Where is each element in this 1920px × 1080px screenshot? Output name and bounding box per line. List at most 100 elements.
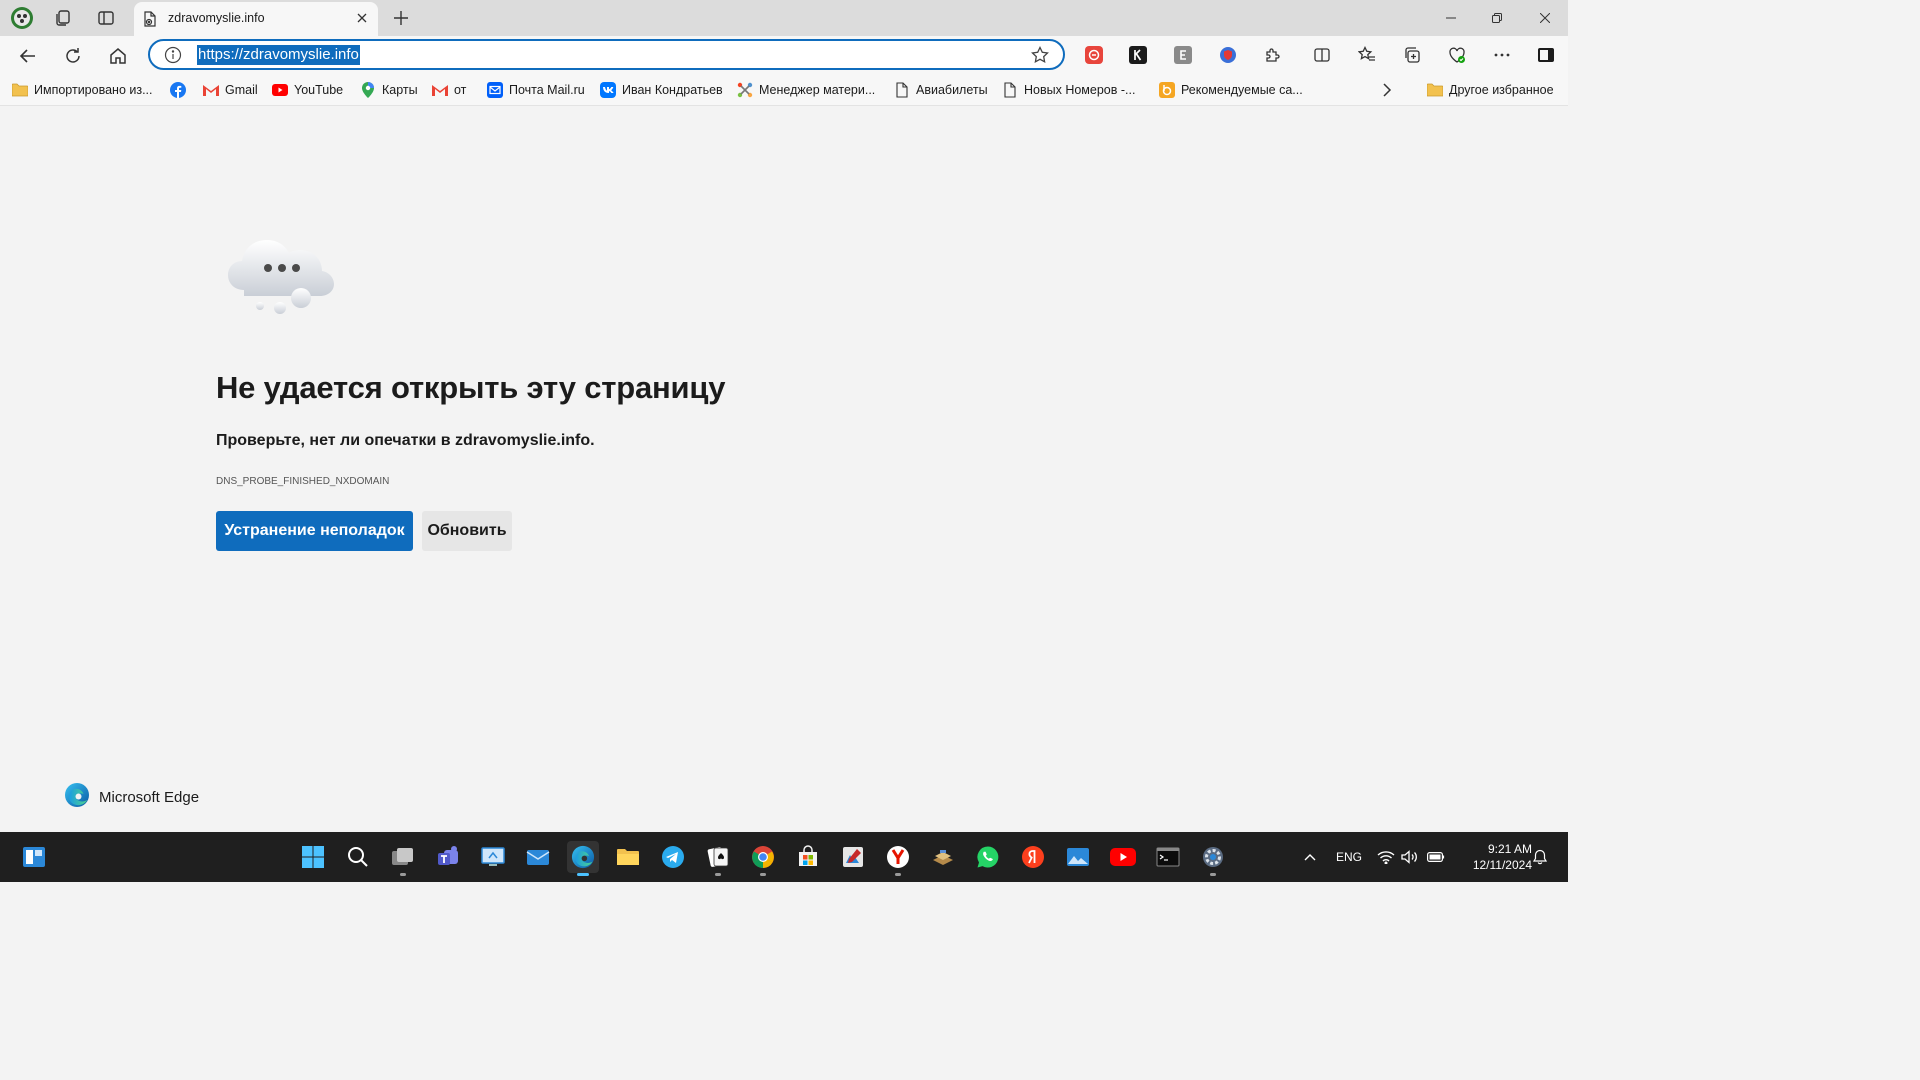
photos-icon[interactable] — [1062, 841, 1094, 873]
edge-brand-label: Microsoft Edge — [99, 788, 200, 806]
favorites-overflow-chevron-icon[interactable] — [1382, 81, 1392, 99]
browser-toolbar: https://zdravomyslie.info — [0, 36, 1568, 74]
desktop-app-icon[interactable] — [927, 841, 959, 873]
favorite-item[interactable] — [170, 81, 186, 99]
favorites-icon[interactable] — [1357, 45, 1377, 65]
volume-icon[interactable] — [1400, 832, 1420, 882]
url-text[interactable]: https://zdravomyslie.info — [197, 45, 360, 65]
terminal-icon[interactable] — [1152, 841, 1184, 873]
title-bar: zdravomyslie.info — [0, 0, 1568, 36]
favorite-item[interactable]: Почта Mail.ru — [487, 81, 585, 99]
edge-taskbar-icon[interactable] — [567, 841, 599, 876]
facebook-icon — [170, 82, 186, 98]
page-content — [4, 107, 1564, 832]
favorites-bar: Импортировано из... Gmail YouTube Карты … — [0, 74, 1568, 106]
notifications-bell-icon[interactable] — [1530, 832, 1550, 882]
favorite-item[interactable]: Gmail — [203, 81, 258, 99]
tab-close-icon[interactable] — [354, 10, 370, 26]
search-icon[interactable] — [342, 841, 374, 873]
folder-icon — [12, 82, 28, 98]
close-window-button[interactable] — [1522, 0, 1568, 36]
page-icon — [1002, 82, 1018, 98]
sidebar-toggle-icon[interactable] — [1536, 45, 1556, 65]
start-windows-icon[interactable] — [297, 841, 329, 873]
more-options-icon[interactable] — [1492, 45, 1512, 65]
folder-icon — [1427, 82, 1443, 98]
whatsapp-icon[interactable] — [972, 841, 1004, 873]
favorite-item[interactable]: Импортировано из... — [12, 81, 153, 99]
gmail-icon — [432, 82, 448, 98]
tab-active[interactable]: zdravomyslie.info — [134, 2, 378, 36]
other-favorites-folder[interactable]: Другое избранное — [1427, 81, 1554, 99]
solitaire-icon[interactable] — [702, 841, 734, 876]
maps-icon — [360, 82, 376, 98]
battery-icon[interactable] — [1426, 832, 1446, 882]
page-icon — [894, 82, 910, 98]
wifi-icon[interactable] — [1376, 832, 1396, 882]
clock-time: 9:21 AM — [1487, 842, 1532, 856]
youtube-icon — [272, 82, 288, 98]
favorite-item[interactable]: Авиабилеты — [894, 81, 988, 99]
widgets-icon[interactable] — [18, 841, 50, 873]
collections-icon[interactable] — [1402, 45, 1422, 65]
chrome-icon[interactable] — [747, 841, 779, 876]
yandex-browser-icon[interactable] — [882, 841, 914, 876]
refresh-button[interactable] — [59, 42, 87, 70]
favorite-item[interactable]: Новых Номеров -... — [1002, 81, 1135, 99]
new-tab-button[interactable] — [389, 6, 413, 30]
telegram-icon[interactable] — [657, 841, 689, 873]
favorite-item[interactable]: Иван Кондратьев — [600, 81, 723, 99]
gmail-icon — [203, 82, 219, 98]
teams-icon[interactable] — [432, 841, 464, 873]
yandex-icon[interactable] — [1017, 841, 1049, 873]
clock-date: 12/11/2024 — [1472, 858, 1532, 872]
address-bar[interactable]: https://zdravomyslie.info — [148, 39, 1065, 70]
extension-red-icon[interactable] — [1084, 45, 1104, 65]
tray-overflow-chevron-icon[interactable] — [1298, 832, 1322, 882]
edge-brand: Microsoft Edge — [64, 782, 200, 812]
settings-gear-icon[interactable] — [1197, 841, 1229, 876]
favorite-star-icon[interactable] — [1031, 45, 1049, 64]
split-screen-icon[interactable] — [1312, 45, 1332, 65]
task-view-icon[interactable] — [387, 841, 419, 876]
windows-taskbar: ENG 9:21 AM 12/11/2024 — [0, 832, 1568, 882]
joomla-icon — [737, 82, 753, 98]
site-info-icon[interactable] — [164, 46, 182, 64]
taskbar-clock[interactable]: 9:21 AM 12/11/2024 — [1452, 841, 1532, 873]
language-indicator[interactable]: ENG — [1332, 832, 1366, 882]
error-title: Не удается открыть эту страницу — [216, 370, 726, 405]
edge-logo-icon — [64, 782, 90, 812]
minimize-button[interactable] — [1428, 0, 1474, 36]
troubleshoot-button[interactable]: Устранение неполадок — [216, 511, 413, 551]
mail-icon[interactable] — [522, 841, 554, 873]
favorite-item[interactable]: Рекомендуемые са... — [1159, 81, 1303, 99]
home-button[interactable] — [104, 42, 132, 70]
vk-icon — [600, 82, 616, 98]
paint-tool-icon[interactable] — [837, 841, 869, 873]
remote-desktop-icon[interactable] — [477, 841, 509, 873]
extensions-puzzle-icon[interactable] — [1263, 45, 1283, 65]
favorite-item[interactable]: Менеджер матери... — [737, 81, 875, 99]
vertical-tabs-icon[interactable] — [93, 5, 119, 31]
tab-title: zdravomyslie.info — [168, 11, 265, 25]
error-subtitle: Проверьте, нет ли опечатки в zdravomysli… — [216, 432, 595, 449]
mail-ru-icon — [487, 82, 503, 98]
favorite-item[interactable]: YouTube — [272, 81, 343, 99]
page-broken-icon — [142, 11, 158, 27]
file-explorer-icon[interactable] — [612, 841, 644, 873]
microsoft-store-icon[interactable] — [792, 841, 824, 873]
offline-cloud-icon — [224, 228, 338, 320]
refresh-page-button[interactable]: Обновить — [422, 511, 512, 551]
favorite-item[interactable]: от — [432, 81, 466, 99]
favorite-item[interactable]: Карты — [360, 81, 418, 99]
restore-button[interactable] — [1474, 0, 1520, 36]
extension-shield-icon[interactable] — [1218, 45, 1238, 65]
extension-e-icon[interactable] — [1173, 45, 1193, 65]
workspaces-icon[interactable] — [50, 5, 76, 31]
youtube-app-icon[interactable] — [1107, 841, 1139, 873]
back-button[interactable] — [14, 42, 42, 70]
extension-k-icon[interactable] — [1128, 45, 1148, 65]
bing-icon — [1159, 82, 1175, 98]
browser-essentials-icon[interactable] — [1447, 45, 1467, 65]
profile-avatar-icon[interactable] — [9, 5, 35, 31]
